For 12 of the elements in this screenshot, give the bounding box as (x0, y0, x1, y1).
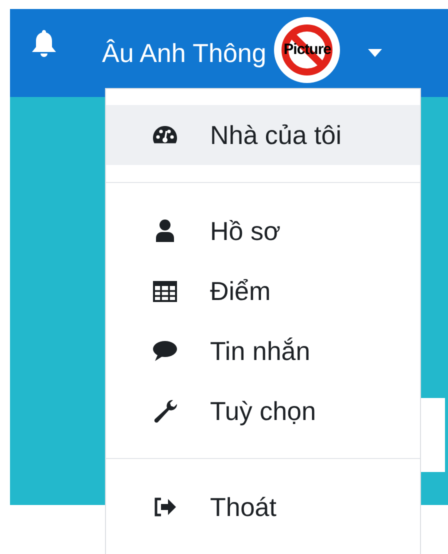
table-icon (152, 278, 178, 304)
menu-item[interactable]: Tin nhắn (106, 321, 420, 381)
menu-item[interactable]: Hồ sơ (106, 201, 420, 261)
menu-item[interactable]: Nhà của tôi (106, 105, 420, 165)
menu-item[interactable]: Thoát (106, 477, 420, 537)
menu-item[interactable]: Tuỳ chọn (106, 381, 420, 441)
wrench-icon (152, 398, 178, 424)
menu-item[interactable]: Điểm (106, 261, 420, 321)
speech-bubble-icon (152, 338, 178, 364)
bell-icon[interactable] (30, 28, 58, 58)
caret-icon[interactable] (368, 49, 382, 57)
user-name[interactable]: Âu Anh Thông (102, 38, 266, 70)
